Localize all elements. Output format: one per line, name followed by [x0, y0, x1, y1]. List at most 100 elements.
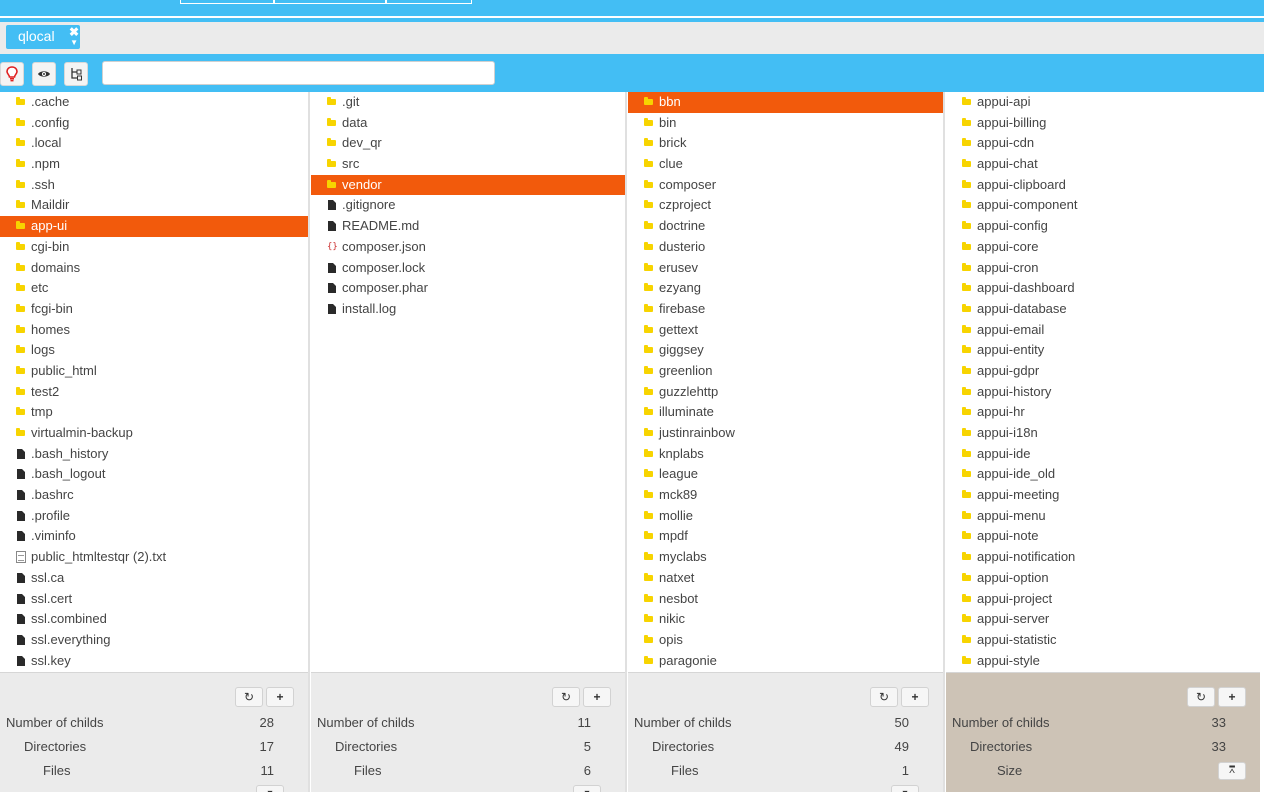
- folder-item[interactable]: brick: [628, 133, 943, 154]
- folder-item[interactable]: opis: [628, 630, 943, 651]
- folder-item[interactable]: appui-entity: [946, 340, 1260, 361]
- add-button[interactable]: +: [1218, 687, 1246, 707]
- folder-item[interactable]: erusev: [628, 258, 943, 279]
- file-item[interactable]: install.log: [311, 299, 625, 320]
- file-item[interactable]: .profile: [0, 506, 308, 527]
- folder-item[interactable]: appui-dashboard: [946, 278, 1260, 299]
- folder-item[interactable]: gettext: [628, 320, 943, 341]
- folder-item[interactable]: .git: [311, 92, 625, 113]
- folder-item[interactable]: league: [628, 464, 943, 485]
- folder-item[interactable]: natxet: [628, 568, 943, 589]
- file-item[interactable]: ssl.key: [0, 651, 308, 672]
- file-item[interactable]: composer.phar: [311, 278, 625, 299]
- file-item[interactable]: {} composer.json: [311, 237, 625, 258]
- folder-item[interactable]: appui-project: [946, 589, 1260, 610]
- folder-item[interactable]: nikic: [628, 609, 943, 630]
- file-item[interactable]: .viminfo: [0, 526, 308, 547]
- folder-item[interactable]: tmp: [0, 402, 308, 423]
- size-calc-button[interactable]: ▾: [573, 785, 601, 792]
- folder-item[interactable]: appui-menu: [946, 506, 1260, 527]
- folder-item[interactable]: appui-i18n: [946, 423, 1260, 444]
- folder-item[interactable]: appui-option: [946, 568, 1260, 589]
- folder-item[interactable]: appui-gdpr: [946, 361, 1260, 382]
- folder-item[interactable]: src: [311, 154, 625, 175]
- folder-item[interactable]: doctrine: [628, 216, 943, 237]
- column-divider[interactable]: [625, 92, 627, 792]
- chevron-down-icon[interactable]: ▼: [70, 39, 78, 47]
- folder-item[interactable]: appui-ide: [946, 444, 1260, 465]
- folder-item[interactable]: appui-component: [946, 195, 1260, 216]
- folder-item[interactable]: dev_qr: [311, 133, 625, 154]
- folder-item[interactable]: appui-ide_old: [946, 464, 1260, 485]
- folder-item[interactable]: .cache: [0, 92, 308, 113]
- show-hidden-button[interactable]: [32, 62, 56, 86]
- folder-item[interactable]: app-ui: [0, 216, 308, 237]
- folder-item[interactable]: appui-meeting: [946, 485, 1260, 506]
- file-item[interactable]: ssl.cert: [0, 589, 308, 610]
- folder-item[interactable]: homes: [0, 320, 308, 341]
- header-menu-item[interactable]: [180, 0, 274, 4]
- folder-item[interactable]: appui-database: [946, 299, 1260, 320]
- folder-item[interactable]: knplabs: [628, 444, 943, 465]
- folder-item[interactable]: appui-clipboard: [946, 175, 1260, 196]
- folder-item[interactable]: test2: [0, 382, 308, 403]
- folder-item[interactable]: appui-core: [946, 237, 1260, 258]
- folder-item[interactable]: bin: [628, 113, 943, 134]
- folder-item[interactable]: Maildir: [0, 195, 308, 216]
- file-item[interactable]: .bashrc: [0, 485, 308, 506]
- folder-item[interactable]: etc: [0, 278, 308, 299]
- folder-item[interactable]: greenlion: [628, 361, 943, 382]
- header-menu-item[interactable]: [386, 0, 472, 4]
- folder-item[interactable]: public_html: [0, 361, 308, 382]
- file-item[interactable]: ssl.everything: [0, 630, 308, 651]
- folder-item[interactable]: nesbot: [628, 589, 943, 610]
- folder-item[interactable]: mpdf: [628, 526, 943, 547]
- folder-item[interactable]: vendor: [311, 174, 625, 196]
- add-button[interactable]: +: [901, 687, 929, 707]
- folder-item[interactable]: fcgi-bin: [0, 299, 308, 320]
- add-button[interactable]: +: [583, 687, 611, 707]
- folder-item[interactable]: .local: [0, 133, 308, 154]
- folder-item[interactable]: appui-billing: [946, 113, 1260, 134]
- folder-item[interactable]: justinrainbow: [628, 423, 943, 444]
- folder-item[interactable]: guzzlehttp: [628, 382, 943, 403]
- folder-item[interactable]: appui-cdn: [946, 133, 1260, 154]
- folder-item[interactable]: appui-history: [946, 382, 1260, 403]
- folder-item[interactable]: appui-note: [946, 526, 1260, 547]
- file-item[interactable]: README.md: [311, 216, 625, 237]
- hint-button[interactable]: [0, 62, 24, 86]
- column-divider[interactable]: [308, 92, 310, 792]
- refresh-button[interactable]: ↻: [870, 687, 898, 707]
- tab-qlocal[interactable]: qlocal ✖ ▼: [6, 25, 80, 49]
- size-calc-button[interactable]: ▾: [256, 785, 284, 792]
- close-icon[interactable]: ✖: [69, 26, 79, 38]
- folder-item[interactable]: mollie: [628, 506, 943, 527]
- folder-item[interactable]: appui-notification: [946, 547, 1260, 568]
- folder-item[interactable]: mck89: [628, 485, 943, 506]
- file-item[interactable]: .bash_logout: [0, 464, 308, 485]
- header-menu-item[interactable]: [274, 0, 386, 4]
- file-item[interactable]: ssl.ca: [0, 568, 308, 589]
- folder-item[interactable]: .ssh: [0, 175, 308, 196]
- folder-item[interactable]: appui-style: [946, 651, 1260, 672]
- file-item[interactable]: ssl.combined: [0, 609, 308, 630]
- refresh-button[interactable]: ↻: [235, 687, 263, 707]
- file-item[interactable]: public_htmltestqr (2).txt: [0, 547, 308, 568]
- folder-item[interactable]: appui-hr: [946, 402, 1260, 423]
- size-calc-button[interactable]: ▾: [891, 785, 919, 792]
- folder-item[interactable]: myclabs: [628, 547, 943, 568]
- add-button[interactable]: +: [266, 687, 294, 707]
- folder-item[interactable]: czproject: [628, 195, 943, 216]
- folder-item[interactable]: composer: [628, 175, 943, 196]
- folder-item[interactable]: bbn: [628, 92, 943, 113]
- tree-view-button[interactable]: [64, 62, 88, 86]
- folder-item[interactable]: .npm: [0, 154, 308, 175]
- folder-item[interactable]: appui-cron: [946, 258, 1260, 279]
- folder-item[interactable]: clue: [628, 154, 943, 175]
- folder-item[interactable]: ezyang: [628, 278, 943, 299]
- folder-item[interactable]: appui-email: [946, 320, 1260, 341]
- size-calc-button[interactable]: ⩞: [1218, 762, 1246, 780]
- folder-item[interactable]: virtualmin-backup: [0, 423, 308, 444]
- folder-item[interactable]: appui-api: [946, 92, 1260, 113]
- file-item[interactable]: .bash_history: [0, 444, 308, 465]
